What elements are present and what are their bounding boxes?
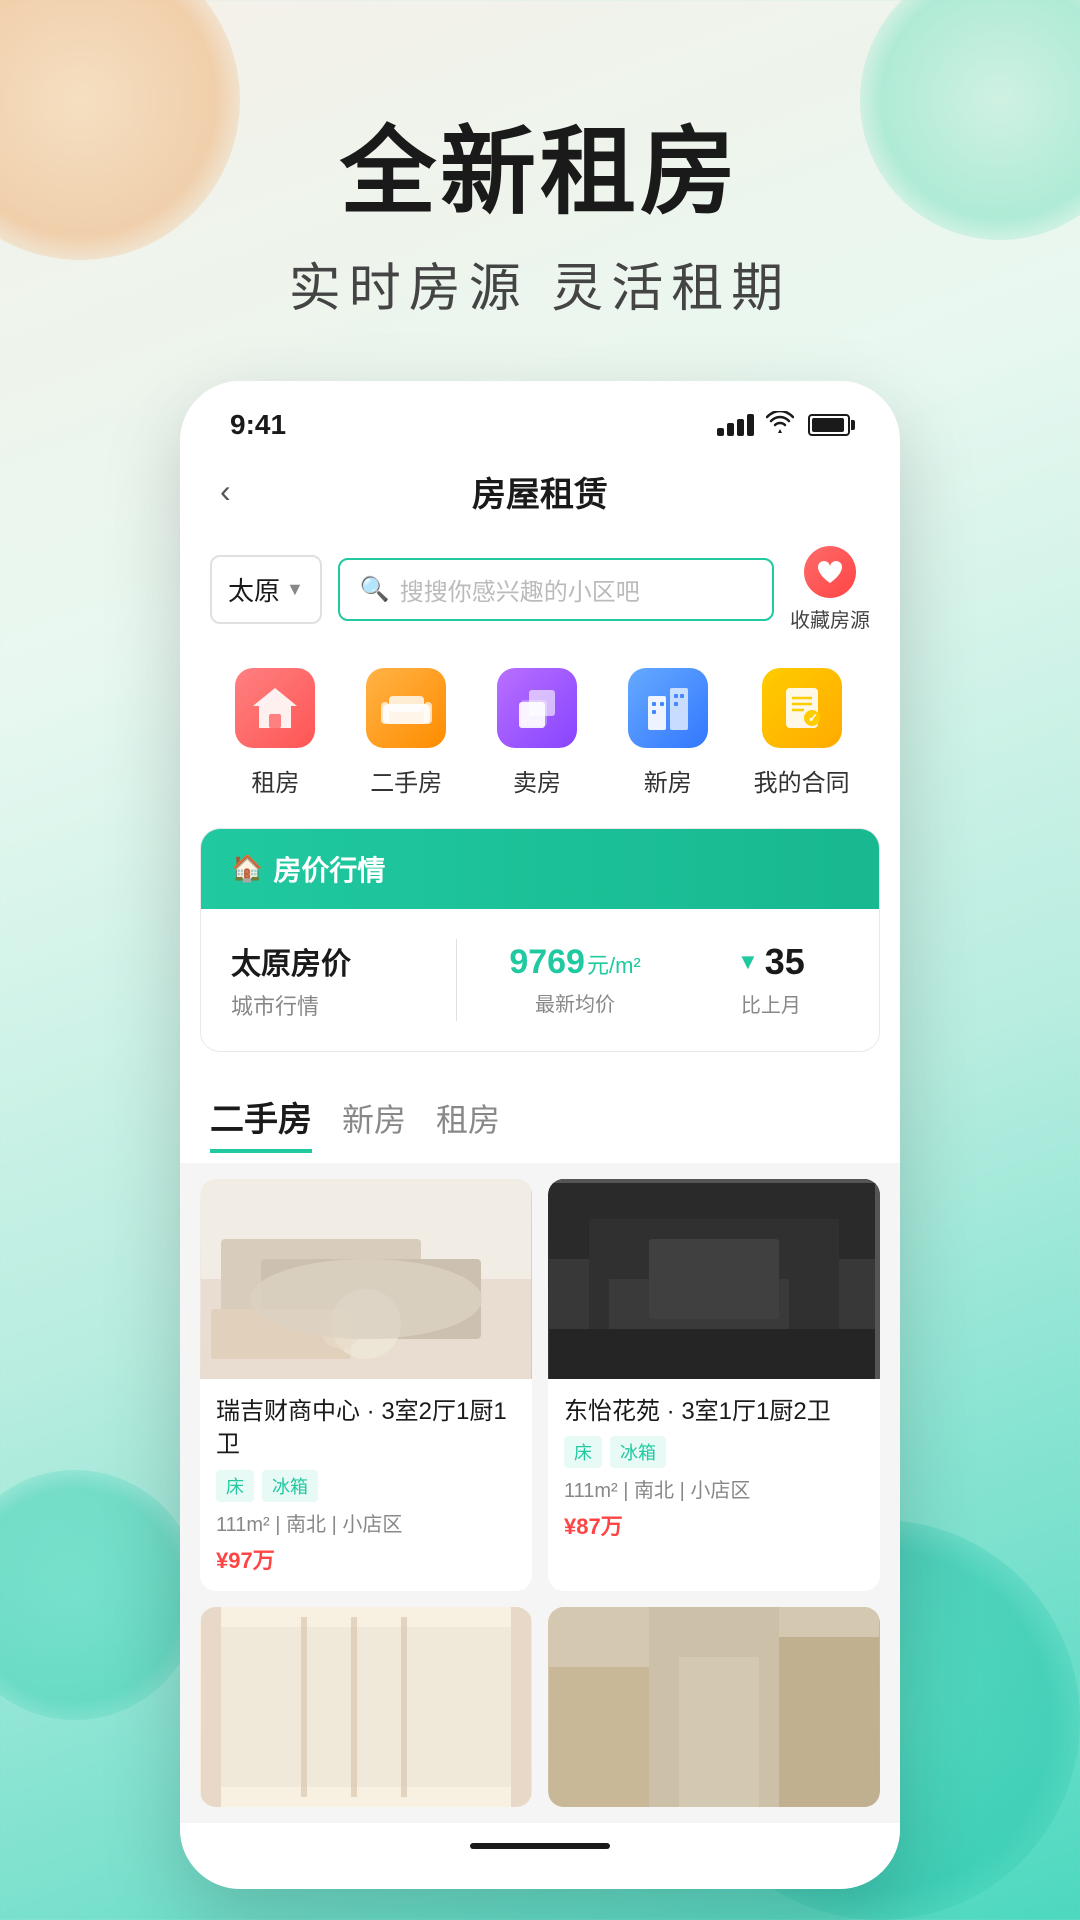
listing-card-1[interactable]: 瑞吉财商中心 · 3室2厅1厨1卫 床 冰箱 111m² | 南北 | 小店区 … <box>200 1179 532 1591</box>
listing-image-4 <box>548 1607 880 1807</box>
market-city-sub: 城市行情 <box>231 989 426 1021</box>
xinfang-icon-wrap <box>623 663 713 753</box>
tabs-row: 二手房 新房 租房 <box>180 1072 900 1163</box>
listings-grid: 瑞吉财商中心 · 3室2厅1厨1卫 床 冰箱 111m² | 南北 | 小店区 … <box>180 1163 900 1823</box>
market-section: 🏠 房价行情 太原房价 城市行情 9769 元/m² 最新均价 ▼ 35 比上月 <box>200 828 880 1052</box>
category-label-ershoufang: 二手房 <box>370 763 442 798</box>
battery-icon <box>808 414 850 436</box>
home-indicator-bar <box>470 1843 610 1849</box>
category-label-xinfang: 新房 <box>644 763 692 798</box>
search-icon: 🔍 <box>360 575 390 604</box>
svg-text:✓: ✓ <box>808 711 818 725</box>
status-time: 9:41 <box>230 409 286 441</box>
search-box[interactable]: 🔍 搜搜你感兴趣的小区吧 <box>338 558 774 621</box>
phone-mockup: 9:41 ‹ 房屋租赁 <box>180 381 900 1889</box>
favorites-label: 收藏房源 <box>790 604 870 633</box>
market-price-unit: 元/m² <box>587 948 641 980</box>
search-area: 太原 ▼ 🔍 搜搜你感兴趣的小区吧 收藏房源 <box>180 536 900 643</box>
listing-info-2: 东怡花苑 · 3室1厅1厨2卫 床 冰箱 111m² | 南北 | 小店区 ¥8… <box>548 1379 880 1558</box>
market-change-arrow-icon: ▼ <box>737 949 759 975</box>
contract-icon: ✓ <box>762 668 842 748</box>
listing-price-1: ¥97万 <box>216 1543 516 1575</box>
market-change-value: 35 <box>765 941 805 983</box>
listing-image-2 <box>548 1179 880 1379</box>
listing-tags-1: 床 冰箱 <box>216 1470 516 1502</box>
city-name: 太原 <box>228 571 280 608</box>
hero-title: 全新租房 <box>0 120 1080 226</box>
market-header[interactable]: 🏠 房价行情 <box>201 829 879 909</box>
ershoufang-icon-wrap <box>361 663 451 753</box>
listing-meta-1: 111m² | 南北 | 小店区 <box>216 1508 516 1537</box>
listing-card-4[interactable] <box>548 1607 880 1807</box>
city-dropdown-arrow-icon: ▼ <box>286 579 304 600</box>
category-item-hetong[interactable]: ✓ 我的合同 <box>754 663 850 798</box>
back-button[interactable]: ‹ <box>220 473 270 510</box>
listing-image-3 <box>200 1607 532 1807</box>
category-label-maifang: 卖房 <box>513 763 561 798</box>
category-item-maifang[interactable]: 卖房 <box>492 663 582 798</box>
listing-meta-2: 111m² | 南北 | 小店区 <box>564 1474 864 1503</box>
status-icons <box>717 411 850 439</box>
nav-title: 房屋租赁 <box>270 467 810 516</box>
listing-tags-2: 床 冰箱 <box>564 1436 864 1468</box>
listing-tag-bed-2: 床 <box>564 1436 602 1468</box>
category-item-zuifang[interactable]: 租房 <box>230 663 320 798</box>
status-bar: 9:41 <box>180 381 900 451</box>
market-price-label: 最新均价 <box>477 988 672 1017</box>
category-label-hetong: 我的合同 <box>754 763 850 798</box>
listing-price-2: ¥87万 <box>564 1509 864 1541</box>
market-change-display: ▼ 35 <box>693 941 849 983</box>
listing-info-1: 瑞吉财商中心 · 3室2厅1厨1卫 床 冰箱 111m² | 南北 | 小店区 … <box>200 1379 532 1591</box>
nav-bar: ‹ 房屋租赁 <box>180 451 900 536</box>
home-indicator <box>180 1823 900 1859</box>
market-city-info: 太原房价 城市行情 <box>231 939 457 1021</box>
city-selector[interactable]: 太原 ▼ <box>210 555 322 624</box>
market-price-info: 9769 元/m² 最新均价 <box>457 943 692 1017</box>
signal-bars-icon <box>717 414 754 436</box>
listing-title-1: 瑞吉财商中心 · 3室2厅1厨1卫 <box>216 1395 516 1462</box>
favorites-button[interactable]: 收藏房源 <box>790 546 870 633</box>
new-building-icon <box>628 668 708 748</box>
sell-cube-icon <box>497 668 577 748</box>
wifi-icon <box>766 411 794 439</box>
market-change-info: ▼ 35 比上月 <box>693 941 849 1018</box>
listing-price-value-1: ¥97万 <box>216 1548 275 1573</box>
listing-title-2: 东怡花苑 · 3室1厅1厨2卫 <box>564 1395 864 1429</box>
category-item-ershoufang[interactable]: 二手房 <box>361 663 451 798</box>
listing-card-3[interactable] <box>200 1607 532 1807</box>
tab-secondhand[interactable]: 二手房 <box>210 1092 312 1153</box>
category-label-zuifang: 租房 <box>251 763 299 798</box>
rent-house-icon <box>235 668 315 748</box>
hetong-icon-wrap: ✓ <box>757 663 847 753</box>
market-body: 太原房价 城市行情 9769 元/m² 最新均价 ▼ 35 比上月 <box>201 909 879 1051</box>
market-price-value: 9769 <box>509 943 585 982</box>
hero-subtitle: 实时房源 灵活租期 <box>0 246 1080 321</box>
market-city-name: 太原房价 <box>231 939 426 983</box>
hero-section: 全新租房 实时房源 灵活租期 <box>0 0 1080 381</box>
tab-new[interactable]: 新房 <box>342 1095 406 1149</box>
listing-tag-fridge-2: 冰箱 <box>610 1436 666 1468</box>
favorites-heart-icon <box>804 546 856 598</box>
search-placeholder-text: 搜搜你感兴趣的小区吧 <box>400 572 640 607</box>
listing-card-2[interactable]: 东怡花苑 · 3室1厅1厨2卫 床 冰箱 111m² | 南北 | 小店区 ¥8… <box>548 1179 880 1591</box>
category-grid: 租房 二手房 <box>180 643 900 808</box>
bg-shape-teal-left <box>0 1470 200 1720</box>
category-item-xinfang[interactable]: 新房 <box>623 663 713 798</box>
listing-tag-fridge-1: 冰箱 <box>262 1470 318 1502</box>
listing-image-1 <box>200 1179 532 1379</box>
market-header-text: 房价行情 <box>273 849 385 889</box>
secondhand-sofa-icon <box>366 668 446 748</box>
market-change-label: 比上月 <box>693 989 849 1018</box>
listing-tag-bed-1: 床 <box>216 1470 254 1502</box>
tab-rent[interactable]: 租房 <box>436 1095 500 1149</box>
market-house-icon: 🏠 <box>231 853 263 884</box>
zuifang-icon-wrap <box>230 663 320 753</box>
listing-price-value-2: ¥87万 <box>564 1514 623 1539</box>
maifang-icon-wrap <box>492 663 582 753</box>
